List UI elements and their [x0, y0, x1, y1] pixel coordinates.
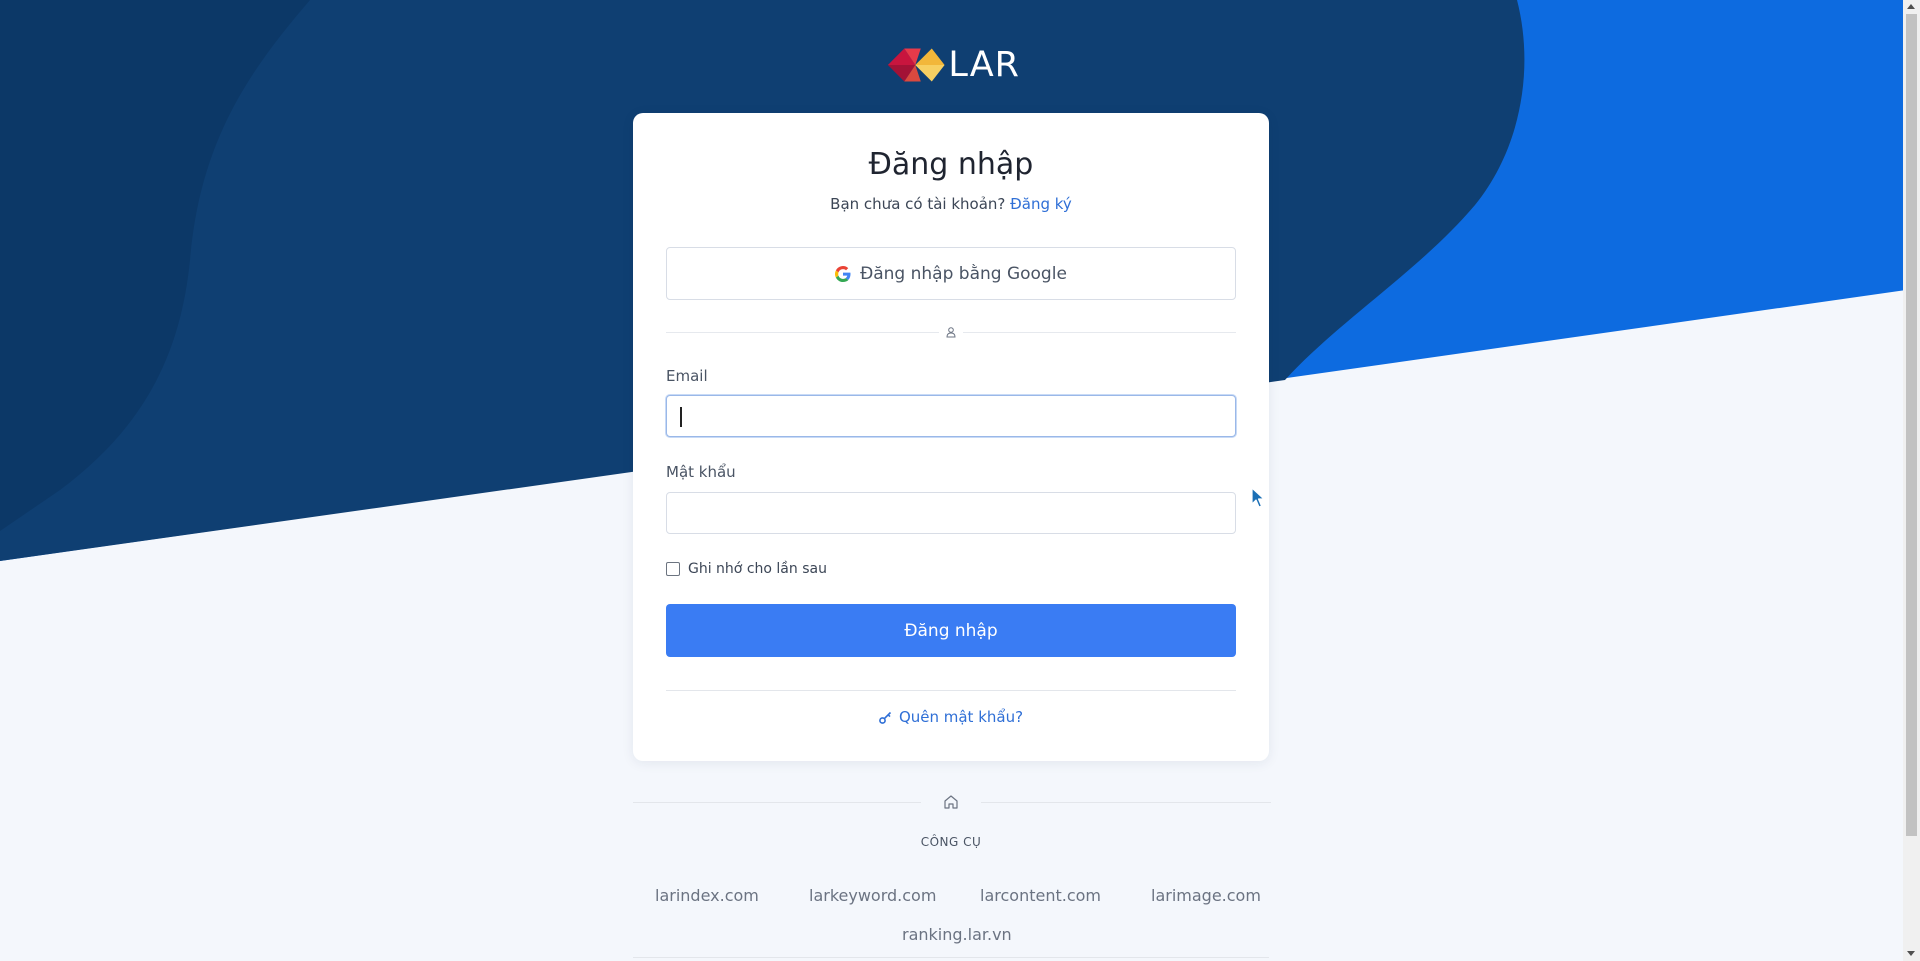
tool-link-larimage[interactable]: larimage.com — [1151, 886, 1261, 905]
submit-button-label: Đăng nhập — [904, 620, 998, 641]
register-prompt: Bạn chưa có tài khoản? Đăng ký — [633, 195, 1269, 213]
remember-me[interactable]: Ghi nhớ cho lần sau — [666, 561, 827, 577]
page-scrollbar[interactable] — [1903, 0, 1920, 961]
scroll-up-arrow-icon[interactable] — [1907, 4, 1915, 9]
lar-logo-mark-icon — [887, 48, 945, 82]
password-field[interactable] — [666, 492, 1236, 534]
user-icon — [939, 322, 963, 342]
google-login-button[interactable]: Đăng nhập bằng Google — [666, 247, 1236, 300]
text-caret — [680, 407, 682, 427]
tools-divider-left — [633, 802, 921, 803]
card-divider — [666, 690, 1236, 691]
tool-link-larindex[interactable]: larindex.com — [655, 886, 759, 905]
login-submit-button[interactable]: Đăng nhập — [666, 604, 1236, 657]
footer-divider — [633, 957, 1269, 958]
forgot-password-link[interactable]: Quên mật khẩu? — [633, 708, 1269, 726]
remember-label: Ghi nhớ cho lần sau — [688, 561, 827, 577]
email-field[interactable] — [666, 395, 1236, 437]
google-icon — [835, 265, 851, 282]
key-icon — [879, 711, 892, 724]
tool-link-ranking[interactable]: ranking.lar.vn — [902, 925, 1012, 944]
email-label: Email — [666, 367, 708, 385]
tools-divider-right — [981, 802, 1271, 803]
login-title: Đăng nhập — [868, 147, 1034, 182]
forgot-password-label: Quên mật khẩu? — [898, 708, 1024, 726]
no-account-text: Bạn chưa có tài khoản? — [830, 195, 1006, 213]
tools-heading: CÔNG CỤ — [920, 835, 982, 849]
home-icon — [944, 795, 958, 809]
tool-link-larcontent[interactable]: larcontent.com — [980, 886, 1101, 905]
login-card: Đăng nhập Bạn chưa có tài khoản? Đăng ký… — [633, 113, 1269, 761]
tool-link-larkeyword[interactable]: larkeyword.com — [809, 886, 936, 905]
scroll-thumb[interactable] — [1906, 14, 1917, 836]
register-link[interactable]: Đăng ký — [1010, 195, 1072, 213]
remember-checkbox[interactable] — [666, 562, 680, 576]
google-button-label: Đăng nhập bằng Google — [860, 263, 1067, 284]
scroll-down-arrow-icon[interactable] — [1907, 951, 1915, 956]
mouse-cursor-icon — [1251, 487, 1265, 508]
lar-logo[interactable]: LAR — [886, 42, 1020, 88]
password-label: Mật khẩu — [666, 463, 736, 481]
logo-text: LAR — [948, 45, 1020, 85]
